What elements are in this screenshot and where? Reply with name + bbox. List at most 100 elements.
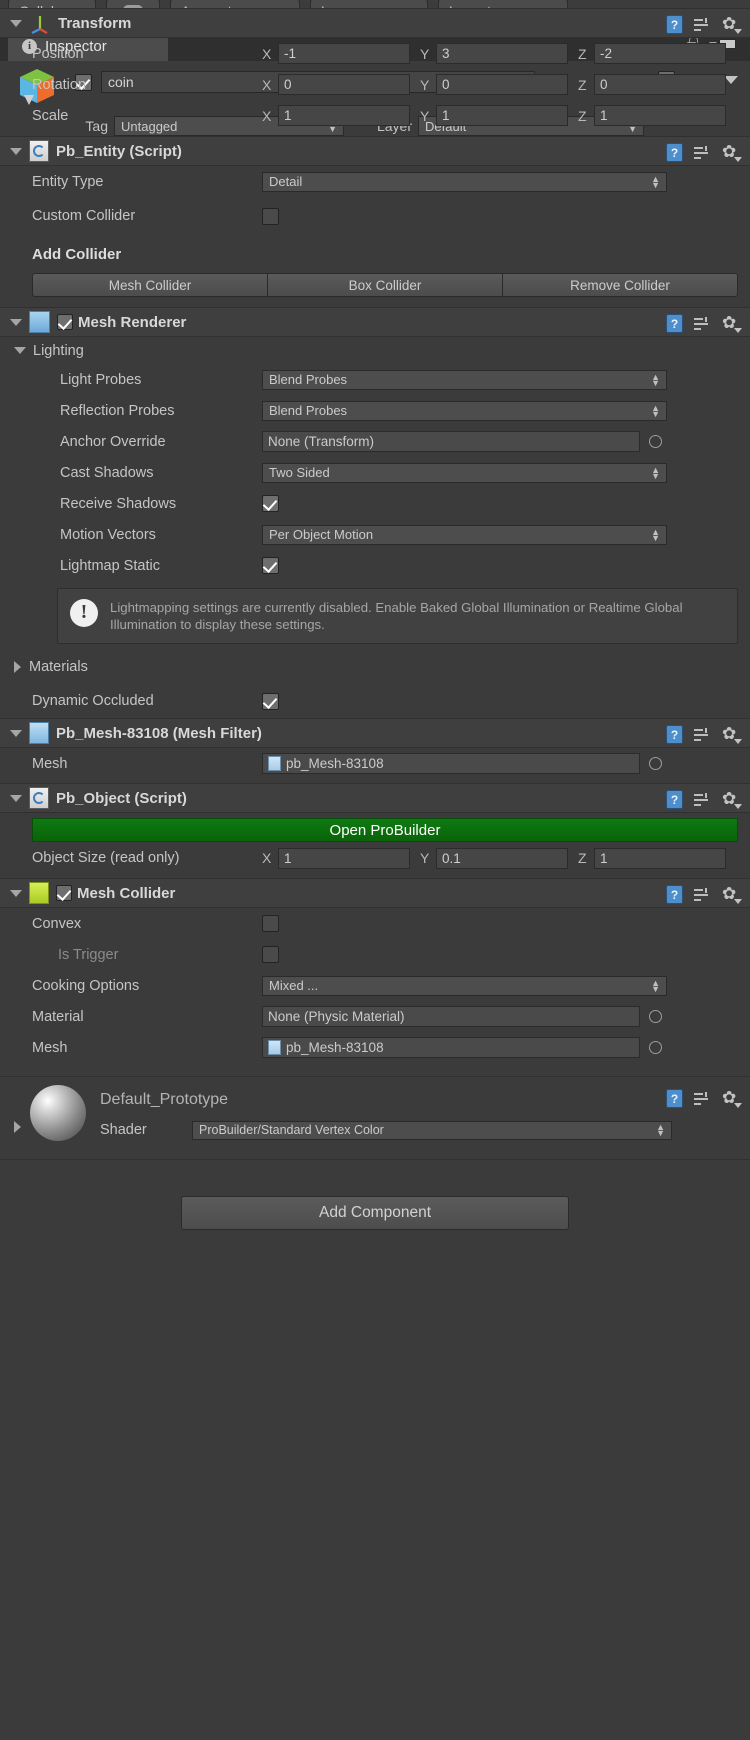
position-x-field[interactable]: -1 xyxy=(278,43,410,64)
inspector-window: Collab ▼ Account ▼ Layers ▼ Layout ▼ i I… xyxy=(0,0,750,1740)
cooking-options-dropdown[interactable]: Mixed ... ▲ ▼ xyxy=(262,975,667,996)
axis-y-label: Y xyxy=(420,107,430,124)
foldout-arrow-icon[interactable] xyxy=(10,147,22,155)
remove-collider-button[interactable]: Remove Collider xyxy=(503,273,738,297)
cast-shadows-value: Two Sided xyxy=(269,465,330,480)
gear-icon[interactable] xyxy=(722,724,742,744)
component-actions: ? xyxy=(666,724,742,744)
convex-checkbox[interactable] xyxy=(262,915,279,932)
mesh-renderer-title: Mesh Renderer xyxy=(78,313,187,331)
component-actions: ? xyxy=(666,884,742,904)
dynamic-occluded-row: Dynamic Occluded xyxy=(0,684,750,718)
preset-icon[interactable] xyxy=(694,887,711,902)
cast-shadows-dropdown[interactable]: Two Sided ▲ ▼ xyxy=(262,462,667,483)
foldout-arrow-icon[interactable] xyxy=(14,1121,21,1133)
foldout-arrow-icon[interactable] xyxy=(14,347,26,354)
scale-y-field[interactable]: 1 xyxy=(436,105,568,126)
mesh-filter-mesh-field[interactable]: pb_Mesh-83108 xyxy=(262,753,640,774)
rotation-z-field[interactable]: 0 xyxy=(594,74,726,95)
preset-icon[interactable] xyxy=(694,727,711,742)
gear-icon[interactable] xyxy=(722,142,742,162)
foldout-arrow-icon[interactable] xyxy=(10,729,22,737)
receive-shadows-label: Receive Shadows xyxy=(60,495,177,512)
lightmap-static-row: Lightmap Static xyxy=(0,550,750,581)
collider-material-field[interactable]: None (Physic Material) xyxy=(262,1006,640,1027)
dynamic-occluded-checkbox[interactable] xyxy=(262,692,279,710)
mesh-filter-mesh-label: Mesh xyxy=(32,755,68,772)
help-icon[interactable]: ? xyxy=(666,314,683,333)
help-icon[interactable]: ? xyxy=(666,790,683,809)
help-icon[interactable]: ? xyxy=(666,15,683,34)
preset-icon[interactable] xyxy=(694,316,711,331)
scale-x-field[interactable]: 1 xyxy=(278,105,410,126)
mesh-collider-enabled-checkbox[interactable] xyxy=(56,885,72,901)
custom-collider-checkbox[interactable] xyxy=(262,207,279,225)
component-header-pb-entity[interactable]: Pb_Entity (Script) ? xyxy=(0,136,750,166)
box-collider-button[interactable]: Box Collider xyxy=(268,273,503,297)
foldout-arrow-icon[interactable] xyxy=(10,19,22,27)
preset-icon[interactable] xyxy=(694,145,711,160)
receive-shadows-checkbox[interactable] xyxy=(262,495,279,512)
preset-icon[interactable] xyxy=(694,792,711,807)
mesh-collider-title: Mesh Collider xyxy=(77,884,176,902)
foldout-arrow-icon[interactable] xyxy=(14,661,21,673)
rotation-y-field[interactable]: 0 xyxy=(436,74,568,95)
light-probes-row: Light Probes Blend Probes ▲ ▼ xyxy=(0,364,750,395)
foldout-arrow-icon[interactable] xyxy=(10,318,22,326)
object-picker-icon[interactable] xyxy=(649,1041,662,1054)
cooking-options-label: Cooking Options xyxy=(32,977,140,994)
collider-material-label: Material xyxy=(32,1008,84,1025)
rotation-x-field[interactable]: 0 xyxy=(278,74,410,95)
collider-mesh-value: pb_Mesh-83108 xyxy=(286,1040,384,1055)
mesh-asset-icon xyxy=(268,1040,281,1055)
motion-vectors-dropdown[interactable]: Per Object Motion ▲ ▼ xyxy=(262,524,667,545)
component-actions: ? xyxy=(666,142,742,162)
help-icon[interactable]: ? xyxy=(666,885,683,904)
gear-icon[interactable] xyxy=(722,313,742,333)
object-picker-icon[interactable] xyxy=(649,757,662,770)
reflection-probes-dropdown[interactable]: Blend Probes ▲ ▼ xyxy=(262,400,667,421)
scale-label: Scale xyxy=(32,107,69,124)
gear-icon[interactable] xyxy=(722,1088,742,1108)
mesh-renderer-enabled-checkbox[interactable] xyxy=(57,314,73,330)
lighting-foldout-row[interactable]: Lighting xyxy=(0,337,750,364)
collider-mesh-field[interactable]: pb_Mesh-83108 xyxy=(262,1037,640,1058)
entity-type-dropdown[interactable]: Detail ▲ ▼ xyxy=(262,171,667,192)
gear-icon[interactable] xyxy=(722,14,742,34)
add-component-button[interactable]: Add Component xyxy=(181,1196,569,1230)
lightmap-static-checkbox[interactable] xyxy=(262,557,279,574)
preset-icon[interactable] xyxy=(694,1091,711,1106)
gear-icon[interactable] xyxy=(722,789,742,809)
scale-z-field[interactable]: 1 xyxy=(594,105,726,126)
gear-icon[interactable] xyxy=(722,884,742,904)
add-collider-row: Add Collider xyxy=(0,235,750,273)
light-probes-dropdown[interactable]: Blend Probes ▲ ▼ xyxy=(262,369,667,390)
axis-y-label: Y xyxy=(420,850,430,866)
open-probuilder-button[interactable]: Open ProBuilder xyxy=(32,818,738,842)
pb-entity-title: Pb_Entity (Script) xyxy=(56,142,182,160)
foldout-arrow-icon[interactable] xyxy=(10,889,22,897)
preset-icon[interactable] xyxy=(694,17,711,32)
mesh-collider-button[interactable]: Mesh Collider xyxy=(32,273,268,297)
object-picker-icon[interactable] xyxy=(649,1010,662,1023)
component-header-pb-object[interactable]: Pb_Object (Script) ? xyxy=(0,783,750,813)
anchor-override-field[interactable]: None (Transform) xyxy=(262,431,640,452)
help-icon[interactable]: ? xyxy=(666,143,683,162)
component-header-mesh-renderer[interactable]: Mesh Renderer ? xyxy=(0,307,750,337)
position-z-field[interactable]: -2 xyxy=(594,43,726,64)
object-picker-icon[interactable] xyxy=(649,435,662,448)
entity-type-row: Entity Type Detail ▲ ▼ xyxy=(0,166,750,197)
shader-dropdown[interactable]: ProBuilder/Standard Vertex Color ▲ ▼ xyxy=(192,1120,672,1140)
component-header-mesh-filter[interactable]: Pb_Mesh-83108 (Mesh Filter) ? xyxy=(0,718,750,748)
component-header-mesh-collider[interactable]: Mesh Collider ? xyxy=(0,878,750,908)
cooking-options-row: Cooking Options Mixed ... ▲ ▼ xyxy=(0,970,750,1001)
position-y-field[interactable]: 3 xyxy=(436,43,568,64)
component-header-transform[interactable]: Transform ? xyxy=(0,8,750,38)
materials-foldout-row[interactable]: Materials xyxy=(0,650,750,684)
mesh-filter-mesh-row: Mesh pb_Mesh-83108 xyxy=(0,748,750,779)
object-size-x-field: 1 xyxy=(278,847,410,869)
help-icon[interactable]: ? xyxy=(666,725,683,744)
custom-collider-label: Custom Collider xyxy=(32,208,136,224)
foldout-arrow-icon[interactable] xyxy=(10,794,22,802)
help-icon[interactable]: ? xyxy=(666,1089,683,1108)
